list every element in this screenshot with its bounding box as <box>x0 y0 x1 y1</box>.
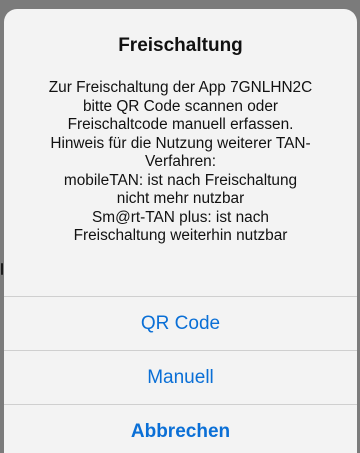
activation-alert-dialog: Freischaltung Zur Freischaltung der App … <box>4 9 357 453</box>
alert-message-line: mobileTAN: ist nach Freischaltung <box>63 171 298 189</box>
alert-message-line: Sm@rt-TAN plus: ist nach <box>92 208 269 226</box>
qr-code-button-label: QR Code <box>140 312 221 334</box>
manual-entry-button[interactable]: Manuell <box>4 350 357 404</box>
alert-message-line: Verfahren: <box>144 153 217 170</box>
cancel-button-label: Abbrechen <box>130 420 231 442</box>
background-edge-mark <box>1 263 3 275</box>
manual-entry-button-label: Manuell <box>147 366 214 388</box>
alert-message: Zur Freischaltung der App 7GNLHN2C bitte… <box>10 79 351 246</box>
alert-message-line: Freischaltcode manuell erfassen. <box>67 116 294 133</box>
alert-message-line: Hinweis für die Nutzung weiterer TAN- <box>50 134 311 152</box>
alert-title: Freischaltung <box>118 35 243 56</box>
alert-message-line: nicht mehr nutzbar <box>116 190 245 207</box>
alert-message-line: Freischaltung weiterhin nutzbar <box>73 227 288 244</box>
alert-message-line: Zur Freischaltung der App 7GNLHN2C <box>48 79 313 96</box>
cancel-button[interactable]: Abbrechen <box>4 404 357 453</box>
qr-code-button[interactable]: QR Code <box>4 296 357 350</box>
alert-message-line: bitte QR Code scannen oder <box>82 97 279 115</box>
alert-content: Freischaltung Zur Freischaltung der App … <box>4 9 357 296</box>
